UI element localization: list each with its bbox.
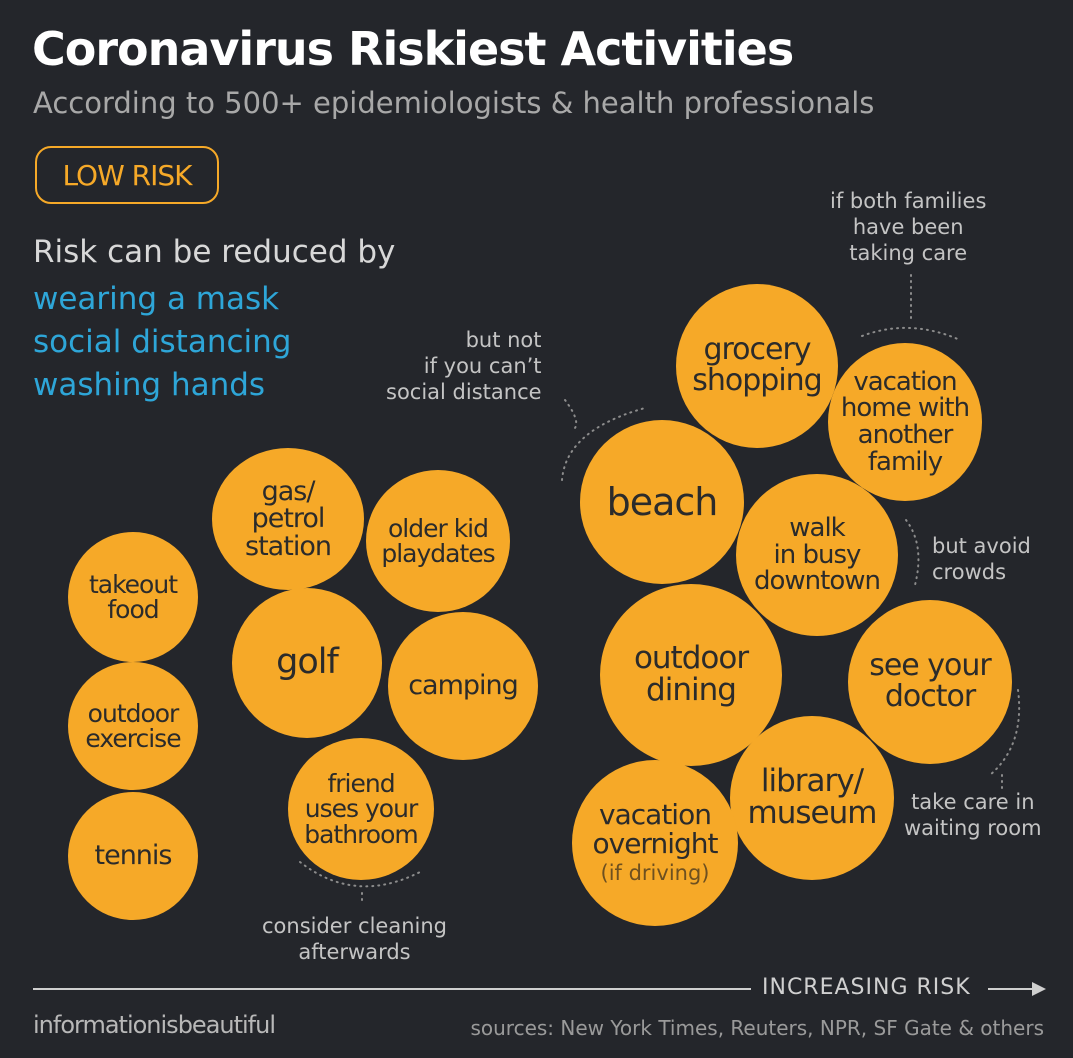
bubble-walk-downtown: walk in busy downtown — [736, 474, 898, 636]
bubble-vacation-overnight: vacation overnight (if driving) — [572, 760, 738, 926]
bubble-camping-line-1: camping — [408, 670, 519, 702]
bubble-tennis-line-1: tennis — [94, 840, 173, 872]
bubble-vacation-home-line-3: another — [857, 420, 954, 450]
bubble-outdoor-exercise: outdoor exercise — [68, 662, 198, 790]
connector-families — [861, 274, 961, 341]
bubble-outdoor-exercise-line-1: outdoor — [87, 698, 180, 728]
note-doctor: take care in waiting room — [904, 789, 1042, 841]
bubble-outdoor-dining-line-1: outdoor — [633, 640, 749, 677]
note-downtown-line-1: but avoid — [932, 534, 1031, 558]
note-families-line-2: have been — [852, 215, 964, 239]
bubble-gas-station-line-1: gas/ — [261, 475, 316, 507]
bubble-grocery-shopping: grocery shopping — [676, 284, 838, 448]
note-beach-line-1: but not — [465, 328, 542, 352]
brand-logo: informationisbeautiful — [33, 1011, 276, 1039]
bubble-walk-downtown-line-3: downtown — [754, 566, 881, 597]
note-families: if both families have been taking care — [830, 188, 986, 266]
bubble-golf-line-1: golf — [276, 642, 339, 683]
connector-downtown — [905, 519, 920, 586]
bubble-camping: camping — [388, 612, 538, 760]
bubble-takeout-food: takeout food — [68, 532, 198, 662]
note-beach-line-3: social distance — [386, 380, 542, 404]
bubble-outdoor-exercise-line-2: exercise — [85, 724, 181, 753]
risk-axis-label: INCREASING RISK — [762, 975, 971, 1000]
bubble-takeout-food-line-2: food — [107, 595, 159, 624]
note-families-line-1: if both families — [830, 189, 987, 213]
bubble-walk-downtown-line-2: in busy — [773, 539, 862, 570]
bubble-golf: golf — [232, 588, 382, 738]
risk-axis-line — [33, 988, 751, 990]
bubble-older-kid-playdates: older kid playdates — [366, 470, 510, 612]
bubble-friend-bathroom: friend uses your bathroom — [288, 738, 434, 880]
bubble-outdoor-dining-line-2: dining — [646, 672, 737, 708]
bubble-vacation-home-line-1: vacation — [853, 366, 957, 397]
bubble-gas-station-line-3: station — [245, 530, 332, 562]
bubble-vacation-home-line-2: home with — [840, 393, 970, 424]
bubble-tennis: tennis — [68, 792, 198, 920]
bubble-friend-bathroom-line-1: friend — [327, 768, 395, 798]
bubble-library-museum-line-2: museum — [747, 795, 878, 831]
note-doctor-line-1: take care in — [911, 790, 1035, 814]
bubble-beach-line-1: beach — [606, 479, 719, 524]
bubble-beach: beach — [580, 420, 744, 584]
bubble-vacation-overnight-condition: (if driving) — [600, 860, 710, 885]
bubble-friend-bathroom-line-3: bathroom — [304, 819, 419, 849]
arrow-right-icon — [988, 982, 1046, 996]
bubble-walk-downtown-line-1: walk — [789, 513, 845, 544]
bubble-see-your-doctor-line-2: doctor — [884, 679, 976, 714]
bubble-older-kid-playdates-line-2: playdates — [381, 539, 495, 568]
bubble-gas-station: gas/ petrol station — [212, 448, 364, 590]
note-beach: but not if you can’t social distance — [386, 327, 542, 405]
note-downtown: but avoid crowds — [932, 533, 1031, 585]
bubble-friend-bathroom-line-2: uses your — [304, 794, 418, 824]
bubble-grocery-shopping-line-2: shopping — [692, 363, 822, 398]
note-bathroom: consider cleaning afterwards — [262, 913, 447, 965]
bubble-library-museum-line-1: library/ — [760, 763, 864, 800]
bubble-grocery-shopping-line-1: grocery — [703, 332, 811, 368]
bubble-see-your-doctor-line-1: see your — [869, 648, 992, 684]
bubble-vacation-home-line-4: family — [867, 446, 943, 477]
bubble-vacation-overnight-line-1: vacation — [599, 798, 712, 832]
bubble-see-your-doctor: see your doctor — [848, 600, 1012, 764]
note-families-line-3: taking care — [849, 241, 968, 265]
note-bathroom-line-2: afterwards — [298, 940, 411, 964]
bubble-library-museum: library/ museum — [730, 716, 894, 880]
note-doctor-line-2: waiting room — [904, 816, 1042, 840]
bubble-takeout-food-line-1: takeout — [88, 569, 178, 599]
note-downtown-line-2: crowds — [932, 560, 1007, 584]
sources-credit: sources: New York Times, Reuters, NPR, S… — [470, 1016, 1044, 1040]
bubble-older-kid-playdates-line-1: older kid — [387, 513, 489, 543]
bubble-gas-station-line-2: petrol — [251, 503, 326, 535]
note-bathroom-line-1: consider cleaning — [262, 914, 447, 938]
bubble-vacation-home: vacation home with another family — [828, 343, 982, 501]
note-beach-line-2: if you can’t — [423, 354, 542, 378]
bubble-vacation-overnight-line-2: overnight — [592, 827, 719, 860]
